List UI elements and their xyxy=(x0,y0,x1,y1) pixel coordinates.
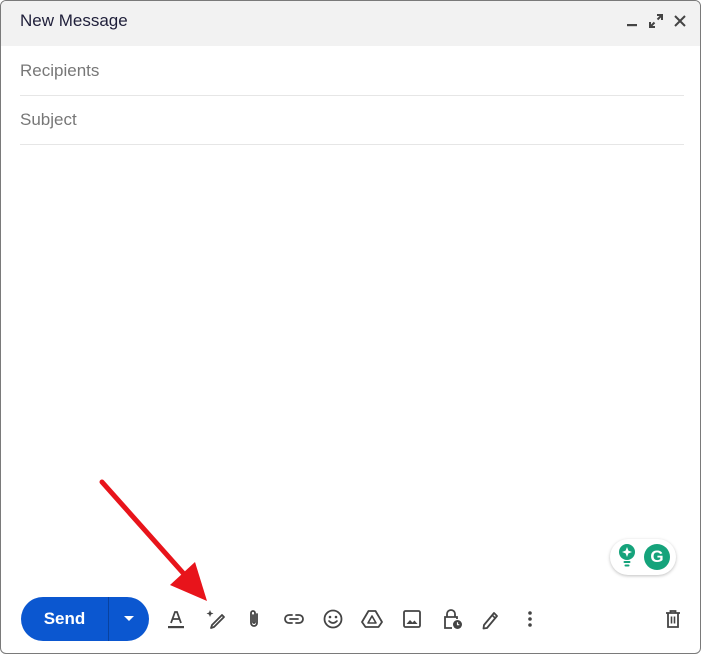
expand-icon[interactable] xyxy=(645,10,667,32)
discard-draft-icon[interactable] xyxy=(658,604,688,634)
compose-window: New Message G xyxy=(0,0,701,654)
confidential-mode-icon[interactable] xyxy=(437,604,467,634)
caret-down-icon xyxy=(123,610,135,628)
insert-photo-icon[interactable] xyxy=(397,604,427,634)
subject-field[interactable] xyxy=(20,96,684,145)
attach-file-icon[interactable] xyxy=(239,604,269,634)
grammarly-logo-icon[interactable]: G xyxy=(644,544,670,570)
insert-link-icon[interactable] xyxy=(279,604,309,634)
close-icon[interactable] xyxy=(669,10,691,32)
compose-header[interactable]: New Message xyxy=(1,1,700,46)
grammarly-widget[interactable]: G xyxy=(610,539,676,575)
insert-drive-icon[interactable] xyxy=(357,604,387,634)
insert-signature-icon[interactable] xyxy=(475,604,505,634)
subject-input[interactable] xyxy=(20,110,684,130)
minimize-icon[interactable] xyxy=(621,10,643,32)
insert-emoji-icon[interactable] xyxy=(318,604,348,634)
compose-title: New Message xyxy=(20,11,128,30)
grammarly-suggestion-icon[interactable] xyxy=(616,542,638,573)
recipients-field[interactable] xyxy=(20,47,684,96)
recipients-input[interactable] xyxy=(20,61,684,81)
annotation-arrow xyxy=(99,479,207,601)
send-button[interactable]: Send xyxy=(21,597,108,641)
more-options-icon[interactable] xyxy=(515,604,545,634)
